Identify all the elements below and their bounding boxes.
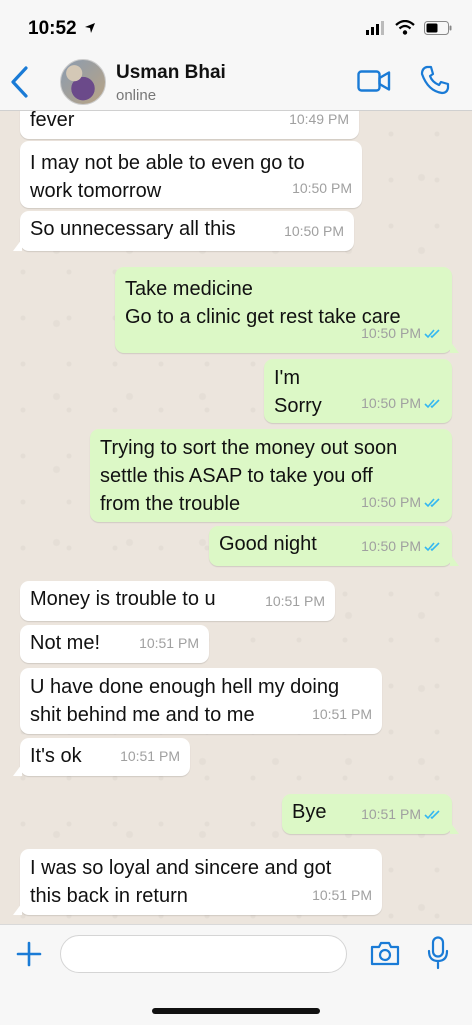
contact-presence: online (116, 87, 157, 104)
message-bubble-outgoing[interactable]: Take medicine Go to a clinic get rest ta… (115, 267, 459, 353)
battery-icon (424, 20, 452, 35)
message-time: 10:50 PM (284, 217, 344, 245)
message-time-label: 10:50 PM (361, 538, 421, 554)
message-bubble-incoming[interactable]: fever 10:49 PM (20, 111, 359, 139)
read-ticks-icon (424, 398, 440, 408)
message-time-label: 10:50 PM (361, 494, 421, 510)
status-bar: 10:52 (0, 0, 472, 52)
message-time-label: 10:51 PM (120, 748, 180, 764)
message-time: 10:50 PM (361, 532, 442, 560)
message-time: 10:51 PM (312, 700, 372, 728)
status-time: 10:52 (28, 18, 77, 39)
signal-icon (366, 20, 384, 35)
message-time: 10:50 PM (361, 389, 442, 417)
message-time-label: 10:50 PM (292, 180, 352, 196)
location-arrow-icon (85, 23, 95, 33)
message-time: 10:51 PM (312, 881, 372, 909)
status-icons (366, 20, 452, 35)
message-bubble-incoming[interactable]: It's ok 10:51 PM (13, 738, 190, 776)
message-bubble-outgoing[interactable]: I'm Sorry 10:50 PM (264, 359, 452, 423)
chat-header: Usman Bhai online (0, 52, 472, 111)
message-time: 10:51 PM (139, 629, 199, 657)
microphone-icon[interactable] (427, 936, 449, 970)
message-bubble-incoming[interactable]: I may not be able to even go to work tom… (20, 141, 362, 208)
message-time: 10:51 PM (361, 800, 442, 828)
read-ticks-icon (424, 497, 440, 507)
read-ticks-icon (424, 541, 440, 551)
contact-avatar[interactable] (60, 59, 106, 105)
message-input[interactable] (60, 935, 347, 973)
message-time: 10:51 PM (265, 587, 325, 615)
message-bubble-outgoing[interactable]: Trying to sort the money out soon settle… (90, 429, 452, 522)
composer-bar (0, 924, 472, 1025)
message-time-label: 10:49 PM (289, 111, 349, 127)
message-time-label: 10:50 PM (361, 395, 421, 411)
message-time: 10:49 PM (289, 111, 349, 133)
message-time-label: 10:51 PM (312, 706, 372, 722)
message-time: 10:50 PM (361, 488, 442, 516)
message-bubble-incoming[interactable]: Money is trouble to u 10:51 PM (20, 581, 335, 621)
message-time-label: 10:50 PM (284, 223, 344, 239)
message-time: 10:50 PM (361, 319, 442, 347)
plus-icon[interactable] (15, 940, 43, 968)
message-bubble-incoming[interactable]: Not me! 10:51 PM (20, 625, 209, 663)
message-bubble-incoming[interactable]: So unnecessary all this 10:50 PM (13, 211, 354, 251)
read-ticks-icon (424, 809, 440, 819)
message-time: 10:51 PM (120, 742, 180, 770)
message-time-label: 10:51 PM (361, 806, 421, 822)
message-time-label: 10:51 PM (265, 593, 325, 609)
message-bubble-incoming[interactable]: I was so loyal and sincere and got this … (13, 849, 382, 915)
video-call-icon[interactable] (357, 68, 391, 94)
message-bubble-outgoing[interactable]: Bye 10:51 PM (282, 794, 459, 834)
home-indicator[interactable] (152, 1008, 320, 1014)
message-time-label: 10:51 PM (139, 635, 199, 651)
back-chevron-icon[interactable] (8, 65, 32, 99)
message-time: 10:50 PM (292, 174, 352, 202)
contact-name[interactable]: Usman Bhai (116, 62, 226, 84)
camera-icon[interactable] (370, 940, 400, 966)
read-ticks-icon (424, 328, 440, 338)
message-time-label: 10:51 PM (312, 887, 372, 903)
message-list[interactable]: fever 10:49 PM I may not be able to even… (0, 111, 472, 924)
wifi-icon (395, 20, 415, 35)
message-time-label: 10:50 PM (361, 325, 421, 341)
message-bubble-outgoing[interactable]: Good night 10:50 PM (209, 526, 459, 566)
message-bubble-incoming[interactable]: U have done enough hell my doing shit be… (20, 668, 382, 734)
phone-call-icon[interactable] (420, 65, 450, 95)
